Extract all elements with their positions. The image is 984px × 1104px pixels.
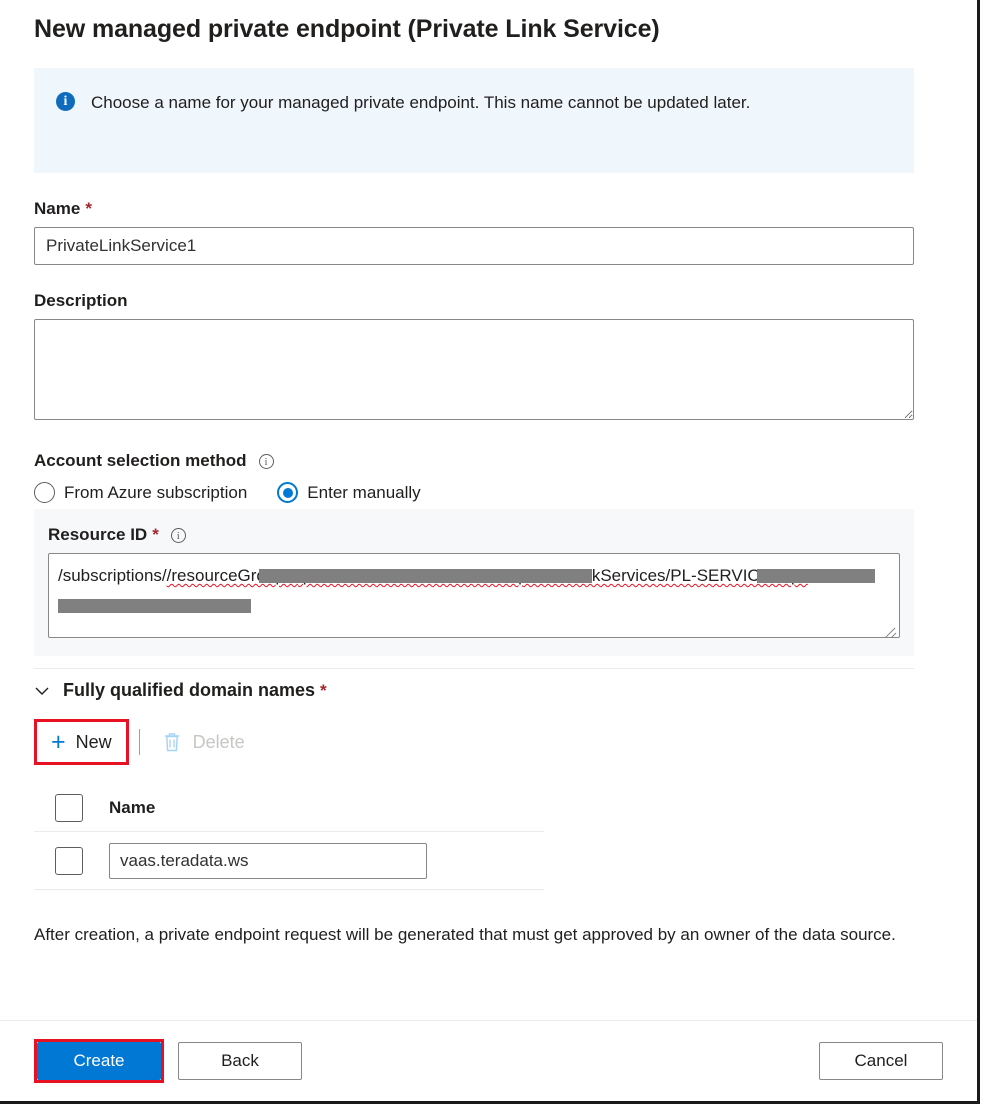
blade-right-border [977, 0, 980, 1104]
new-button-label: New [75, 731, 112, 752]
select-all-checkbox[interactable] [55, 793, 83, 822]
description-label-text: Description [34, 291, 128, 310]
trash-icon [164, 733, 179, 752]
fqdn-command-bar: + New Delete [34, 719, 943, 765]
chevron-down-icon [35, 687, 49, 695]
fqdn-section-header[interactable]: Fully qualified domain names * [34, 680, 943, 701]
description-label: Description [34, 291, 943, 311]
radio-label: Enter manually [307, 482, 421, 502]
name-label-text: Name [34, 199, 81, 218]
info-circle-icon[interactable]: i [258, 453, 274, 469]
delete-button-label: Delete [192, 731, 245, 752]
resource-id-label-text: Resource ID [48, 525, 148, 544]
create-button-highlight: Create [34, 1039, 164, 1083]
redaction-bar-subscription [259, 569, 592, 583]
blade-new-managed-private-endpoint: New managed private endpoint (Private Li… [0, 0, 984, 1104]
resize-grip-icon[interactable] [884, 623, 897, 636]
fqdn-required-marker: * [320, 680, 327, 700]
fqdn-name-input[interactable] [109, 842, 427, 879]
name-input[interactable] [34, 227, 914, 265]
footnote-text: After creation, a private endpoint reque… [34, 925, 896, 944]
row-checkbox[interactable] [55, 846, 83, 875]
resource-id-textarea[interactable]: /subscriptions//resourceGroups//provider… [48, 553, 900, 638]
info-banner: i Choose a name for your managed private… [34, 68, 914, 173]
section-divider [34, 668, 914, 669]
account-selection-label-text: Account selection method [34, 451, 247, 470]
resource-id-label: Resource ID * i [48, 525, 900, 545]
blade-content: New managed private endpoint (Private Li… [0, 0, 977, 1020]
new-button-highlight: + New [34, 719, 129, 765]
info-icon: i [56, 92, 75, 111]
fqdn-column-header-name: Name [109, 797, 156, 817]
fqdn-table: Name [34, 784, 544, 890]
info-banner-message: Choose a name for your managed private e… [91, 93, 751, 112]
radio-mark [34, 482, 55, 503]
plus-icon: + [51, 727, 66, 756]
cancel-button[interactable]: Cancel [819, 1042, 943, 1080]
fqdn-section-title: Fully qualified domain names [63, 680, 316, 700]
radio-from-azure-subscription[interactable]: From Azure subscription [34, 482, 247, 503]
table-row [34, 832, 544, 890]
name-label: Name * [34, 199, 943, 219]
command-separator [138, 729, 140, 755]
radio-enter-manually[interactable]: Enter manually [277, 482, 421, 503]
resource-id-panel: Resource ID * i /subscriptions//resource… [34, 509, 914, 656]
redaction-bar-resource-group-1 [757, 569, 875, 583]
name-required-marker: * [85, 199, 92, 218]
resource-id-required-marker: * [152, 525, 159, 544]
info-circle-icon[interactable]: i [170, 527, 186, 543]
description-textarea[interactable] [34, 319, 914, 420]
action-bar: Create Back Cancel [0, 1021, 977, 1101]
radio-mark [277, 482, 299, 503]
redaction-bar-resource-group-2 [58, 599, 251, 613]
account-selection-radio-group: From Azure subscription Enter manually [34, 482, 943, 503]
new-fqdn-button[interactable]: + New [37, 722, 126, 762]
delete-fqdn-button[interactable]: Delete [148, 722, 259, 762]
radio-label: From Azure subscription [64, 482, 248, 502]
create-button[interactable]: Create [37, 1042, 161, 1080]
resource-id-part-1: /subscriptions/ [58, 566, 167, 585]
back-button[interactable]: Back [178, 1042, 302, 1080]
page-title: New managed private endpoint (Private Li… [34, 15, 660, 43]
fqdn-table-header-row: Name [34, 784, 544, 832]
account-selection-label: Account selection method i [34, 451, 943, 471]
